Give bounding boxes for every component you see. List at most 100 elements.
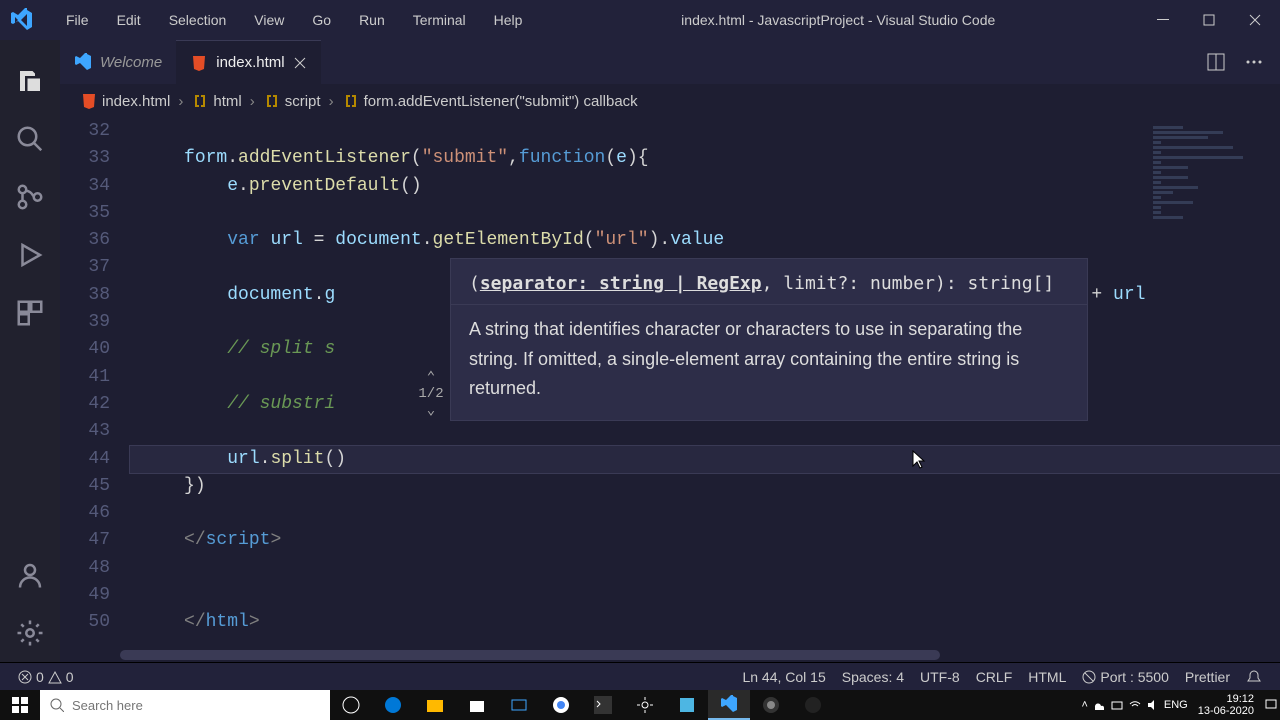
menu-run[interactable]: Run <box>345 12 399 28</box>
active-parameter: separator: string | RegExp <box>480 273 762 294</box>
start-button[interactable] <box>0 690 40 720</box>
code-line[interactable]: var url = document.getElementById("url")… <box>130 227 1280 254</box>
maximize-button[interactable] <box>1186 0 1232 40</box>
more-actions-icon[interactable] <box>1244 52 1264 72</box>
line-number: 33 <box>60 145 110 172</box>
minimize-button[interactable] <box>1140 0 1186 40</box>
code-line[interactable]: form.addEventListener("submit",function(… <box>130 145 1280 172</box>
line-number: 42 <box>60 391 110 418</box>
line-number: 50 <box>60 609 110 636</box>
problems-status[interactable]: 0 0 <box>10 669 82 685</box>
code-line[interactable]: }) <box>130 473 1280 500</box>
code-line[interactable] <box>130 500 1280 527</box>
brackets-icon <box>191 92 209 110</box>
volume-icon[interactable] <box>1146 698 1160 712</box>
line-number: 35 <box>60 200 110 227</box>
breadcrumb-segment[interactable]: index.html <box>102 93 170 110</box>
line-number: 34 <box>60 173 110 200</box>
taskbar-search[interactable] <box>40 690 330 720</box>
cursor-position[interactable]: Ln 44, Col 15 <box>734 669 833 685</box>
live-server-status[interactable]: Port : 5500 <box>1074 669 1177 685</box>
code-line[interactable]: </html> <box>130 609 1280 636</box>
clock[interactable]: 19:12 13-06-2020 <box>1192 693 1260 717</box>
language-mode[interactable]: HTML <box>1020 669 1074 685</box>
chrome-icon[interactable] <box>540 690 582 720</box>
split-editor-icon[interactable] <box>1206 52 1226 72</box>
mouse-cursor-icon <box>912 450 926 470</box>
tray-expand-icon[interactable]: ˄ <box>1081 699 1087 711</box>
menu-terminal[interactable]: Terminal <box>399 12 480 28</box>
vscode-taskbar-icon[interactable] <box>708 690 750 720</box>
close-button[interactable] <box>1232 0 1278 40</box>
code-line[interactable]: </script> <box>130 527 1280 554</box>
run-debug-icon[interactable] <box>15 240 45 270</box>
breadcrumbs[interactable]: index.html›html›script›form.addEventList… <box>60 84 1280 118</box>
eol-status[interactable]: CRLF <box>968 669 1021 685</box>
line-number: 40 <box>60 336 110 363</box>
menu-go[interactable]: Go <box>298 12 345 28</box>
menu-file[interactable]: File <box>52 12 103 28</box>
line-number-gutter: 32333435363738394041424344454647484950 <box>60 118 130 648</box>
menu-view[interactable]: View <box>240 12 298 28</box>
signature-prev-icon[interactable]: ⌃ <box>416 369 446 386</box>
breadcrumb-segment[interactable]: form.addEventListener("submit") callback <box>364 93 638 110</box>
code-line[interactable] <box>130 582 1280 609</box>
window-title: index.html - JavascriptProject - Visual … <box>536 12 1140 28</box>
code-line[interactable] <box>130 418 1280 445</box>
prettier-status[interactable]: Prettier <box>1177 669 1238 685</box>
settings-icon[interactable] <box>624 690 666 720</box>
code-line[interactable] <box>130 118 1280 145</box>
code-line[interactable]: e.preventDefault() <box>130 173 1280 200</box>
terminal-icon[interactable] <box>582 690 624 720</box>
indentation-status[interactable]: Spaces: 4 <box>834 669 912 685</box>
encoding-status[interactable]: UTF-8 <box>912 669 968 685</box>
brackets-icon <box>342 92 360 110</box>
source-control-icon[interactable] <box>15 182 45 212</box>
settings-gear-icon[interactable] <box>15 618 45 648</box>
breadcrumb-segment[interactable]: script <box>285 93 321 110</box>
brackets-icon <box>263 92 281 110</box>
menu-help[interactable]: Help <box>480 12 537 28</box>
wifi-icon[interactable] <box>1128 698 1142 712</box>
vscode-logo-icon <box>74 53 92 71</box>
code-line[interactable] <box>130 555 1280 582</box>
breadcrumb-segment[interactable]: html <box>213 93 241 110</box>
code-editor[interactable]: 32333435363738394041424344454647484950 f… <box>60 118 1280 648</box>
explorer-icon[interactable] <box>15 66 45 96</box>
horizontal-scrollbar[interactable] <box>60 648 1280 662</box>
signature-description: A string that identifies character or ch… <box>451 304 1087 420</box>
file-explorer-icon[interactable] <box>414 690 456 720</box>
sticky-notes-icon[interactable] <box>666 690 708 720</box>
close-tab-icon[interactable] <box>293 56 307 70</box>
menu-selection[interactable]: Selection <box>155 12 241 28</box>
line-number: 47 <box>60 527 110 554</box>
extensions-icon[interactable] <box>15 298 45 328</box>
input-icon[interactable] <box>1110 698 1124 712</box>
store-icon[interactable] <box>456 690 498 720</box>
system-tray[interactable]: ˄ ENG 19:12 13-06-2020 <box>1081 693 1280 717</box>
notifications-icon[interactable] <box>1238 669 1270 685</box>
title-bar: FileEditSelectionViewGoRunTerminalHelp i… <box>0 0 1280 40</box>
tab-welcome[interactable]: Welcome <box>60 40 176 84</box>
cortana-icon[interactable] <box>330 690 372 720</box>
mail-icon[interactable] <box>498 690 540 720</box>
menu-edit[interactable]: Edit <box>103 12 155 28</box>
edge-icon[interactable] <box>372 690 414 720</box>
vscode-logo-icon <box>10 8 34 32</box>
language-indicator[interactable]: ENG <box>1164 699 1188 711</box>
action-center-icon[interactable] <box>1264 698 1278 712</box>
onedrive-icon[interactable] <box>1092 698 1106 712</box>
tab-bar: Welcomeindex.html <box>60 40 1280 84</box>
search-input[interactable] <box>72 698 320 713</box>
code-line[interactable]: url.split() <box>130 446 1280 473</box>
line-number: 36 <box>60 227 110 254</box>
main-menu: FileEditSelectionViewGoRunTerminalHelp <box>52 12 536 28</box>
code-line[interactable] <box>130 200 1280 227</box>
tab-index-html[interactable]: index.html <box>176 40 320 84</box>
signature-next-icon[interactable]: ⌄ <box>416 402 446 419</box>
obs-icon[interactable] <box>750 690 792 720</box>
app-icon[interactable] <box>792 690 834 720</box>
activity-bar <box>0 40 60 662</box>
search-icon[interactable] <box>15 124 45 154</box>
account-icon[interactable] <box>15 560 45 590</box>
